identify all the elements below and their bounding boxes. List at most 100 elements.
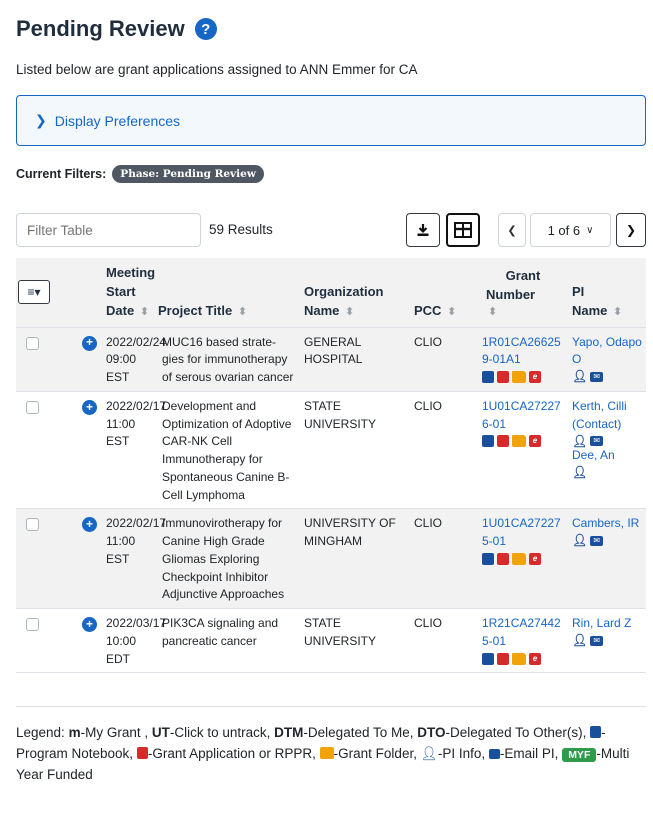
legend-folder-text: -Grant Folder, bbox=[333, 745, 417, 761]
mail-icon[interactable]: ✉ bbox=[590, 436, 604, 447]
grants-table-wrap: ≡▾ Meeting Start Date ⬍ Project Title ⬍ Or… bbox=[16, 258, 646, 674]
current-filters: Current Filters: Phase: Pending Review bbox=[16, 165, 264, 183]
chevron-right-icon: ❯ bbox=[625, 223, 637, 237]
column-menu-button[interactable]: ≡▾ bbox=[18, 280, 50, 305]
chevron-right-icon: ❯ bbox=[35, 112, 47, 128]
pi-name-link[interactable]: Cambers, IR bbox=[572, 516, 639, 530]
organization-cell: UNIVERSITY OF MINGHAM bbox=[300, 508, 410, 610]
grant-number-link[interactable]: 1U01CA272275-01 bbox=[482, 516, 561, 548]
person-icon[interactable]: 👤︎ bbox=[572, 465, 587, 479]
mail-icon[interactable]: ✉ bbox=[590, 536, 604, 547]
notebook-icon[interactable] bbox=[482, 652, 494, 665]
header-title-label: Project Title bbox=[158, 302, 233, 318]
page-select[interactable]: 1 of 6 ∨ bbox=[530, 213, 611, 247]
pdf-icon[interactable] bbox=[497, 552, 509, 565]
grant-icons: e bbox=[482, 552, 564, 565]
row-checkbox[interactable] bbox=[26, 336, 39, 350]
row-checkbox[interactable] bbox=[26, 400, 39, 414]
header-pi-label: PI bbox=[572, 283, 585, 299]
header-meeting-label: Meeting bbox=[106, 265, 156, 280]
display-preferences-toggle[interactable]: ❯ Display Preferences bbox=[16, 95, 646, 146]
next-page-button[interactable]: ❯ bbox=[616, 213, 646, 247]
expand-row-icon[interactable]: + bbox=[82, 335, 97, 351]
header-grant-number[interactable]: Grant Number ⬍ bbox=[478, 258, 568, 328]
header-org-label: Organization bbox=[304, 283, 384, 299]
e-application-icon[interactable]: e bbox=[529, 435, 541, 448]
notebook-icon[interactable] bbox=[482, 371, 494, 384]
sort-icon: ⬍ bbox=[613, 305, 623, 318]
table-toolbar: 59 Results ❮ 1 of 6 ∨ ❯ bbox=[16, 213, 646, 247]
expand-row-icon[interactable]: + bbox=[82, 617, 97, 633]
grant-number-cell: 1R01CA266259-01A1 e bbox=[478, 327, 568, 392]
pcc-cell: CLIO bbox=[410, 327, 478, 392]
page-title: Pending Review bbox=[16, 16, 185, 41]
download-button[interactable] bbox=[406, 213, 440, 247]
project-title-cell: Development and Optimization of Adoptive… bbox=[158, 391, 300, 510]
table-row: +2022/03/17 10:00 EDT PIK3CA signaling and… bbox=[16, 608, 646, 674]
table-layout-icon bbox=[454, 222, 472, 238]
download-icon bbox=[417, 224, 429, 236]
person-icon[interactable]: 👤︎ bbox=[572, 369, 587, 383]
row-select-cell bbox=[16, 391, 82, 510]
folder-icon[interactable] bbox=[512, 435, 526, 448]
header-pi-name[interactable]: PI Name ⬍ bbox=[568, 258, 646, 328]
mail-icon[interactable]: ✉ bbox=[590, 372, 604, 383]
header-date-label: Date bbox=[106, 302, 135, 318]
title-row: Pending Review ? bbox=[16, 16, 217, 42]
grant-number-link[interactable]: 1R01CA266259-01A1 bbox=[482, 335, 561, 367]
pcc-cell: CLIO bbox=[410, 391, 478, 510]
notebook-icon[interactable] bbox=[482, 552, 494, 565]
sort-icon: ⬍ bbox=[447, 305, 457, 318]
person-icon[interactable]: 👤︎ bbox=[572, 434, 587, 448]
folder-icon[interactable] bbox=[512, 652, 526, 665]
header-meeting-date[interactable]: Meeting Start Date ⬍ bbox=[82, 258, 158, 328]
current-filters-label: Current Filters: bbox=[16, 167, 107, 181]
pi-name-cell: Cambers, IR 👤︎ ✉ bbox=[568, 508, 646, 610]
filter-table-input[interactable] bbox=[16, 213, 201, 247]
row-checkbox[interactable] bbox=[26, 518, 39, 532]
row-checkbox[interactable] bbox=[26, 618, 39, 632]
pi-icons-2: 👤︎ bbox=[572, 465, 642, 479]
meeting-date: 2022/02/24 bbox=[106, 334, 167, 349]
pdf-icon[interactable] bbox=[497, 435, 509, 448]
pi-name-link[interactable]: Kerth, Cilli (Contact) bbox=[572, 399, 627, 431]
header-organization[interactable]: Organization Name ⬍ bbox=[300, 258, 410, 328]
person-icon[interactable]: 👤︎ bbox=[572, 633, 587, 647]
pi-name-link[interactable]: Rin, Lard Z bbox=[572, 616, 631, 630]
expand-row-icon[interactable]: + bbox=[82, 400, 97, 415]
meeting-time: 10:00 EDT bbox=[106, 633, 137, 666]
project-title-cell: PIK3CA signaling and pancreatic cancer bbox=[158, 608, 300, 674]
folder-icon[interactable] bbox=[512, 552, 526, 565]
notebook-icon[interactable] bbox=[482, 435, 494, 448]
pending-review-page: Pending Review ? Listed below are grant … bbox=[0, 0, 653, 829]
meeting-date-cell: +2022/02/17 11:00 EST bbox=[82, 391, 166, 510]
grant-number-link[interactable]: 1U01CA272276-01 bbox=[482, 399, 561, 431]
pi-name-link-2[interactable]: Dee, An bbox=[572, 448, 615, 462]
meeting-date-cell: +2022/03/17 10:00 EDT bbox=[82, 608, 166, 674]
e-application-icon[interactable]: e bbox=[529, 652, 541, 665]
person-icon[interactable]: 👤︎ bbox=[572, 533, 587, 547]
pdf-icon[interactable] bbox=[497, 652, 509, 665]
column-layout-button[interactable] bbox=[446, 213, 480, 247]
e-application-icon[interactable]: e bbox=[529, 371, 541, 384]
help-icon[interactable]: ? bbox=[194, 18, 217, 40]
mail-icon[interactable]: ✉ bbox=[590, 635, 604, 646]
grants-table: ≡▾ Meeting Start Date ⬍ Project Title ⬍ Or… bbox=[16, 258, 646, 674]
previous-page-button[interactable]: ❮ bbox=[498, 213, 526, 247]
header-pcc[interactable]: PCC ⬍ bbox=[410, 258, 478, 328]
project-title-cell: MUC16 based strate-gies for immunotherap… bbox=[158, 327, 300, 392]
table-row: +2022/02/24 09:00 EST MUC16 based strate-g… bbox=[16, 327, 646, 392]
grant-number-link[interactable]: 1R21CA274425-01 bbox=[482, 616, 561, 648]
legend-label: Legend: bbox=[16, 725, 65, 740]
header-project-title[interactable]: Project Title ⬍ bbox=[158, 258, 300, 328]
filter-badge[interactable]: Phase: Pending Review bbox=[112, 165, 264, 183]
column-menu-header: ≡▾ bbox=[16, 258, 82, 328]
pi-name-link[interactable]: Yapo, Odapo O bbox=[572, 335, 642, 367]
pdf-icon[interactable] bbox=[497, 371, 509, 384]
sort-icon: ⬍ bbox=[488, 305, 498, 318]
folder-icon[interactable] bbox=[512, 371, 526, 384]
e-application-icon[interactable]: e bbox=[529, 552, 541, 565]
pcc-cell: CLIO bbox=[410, 608, 478, 674]
expand-row-icon[interactable]: + bbox=[82, 517, 97, 533]
project-title-cell: Immunovirotherapy for Canine High Grade … bbox=[158, 508, 300, 610]
